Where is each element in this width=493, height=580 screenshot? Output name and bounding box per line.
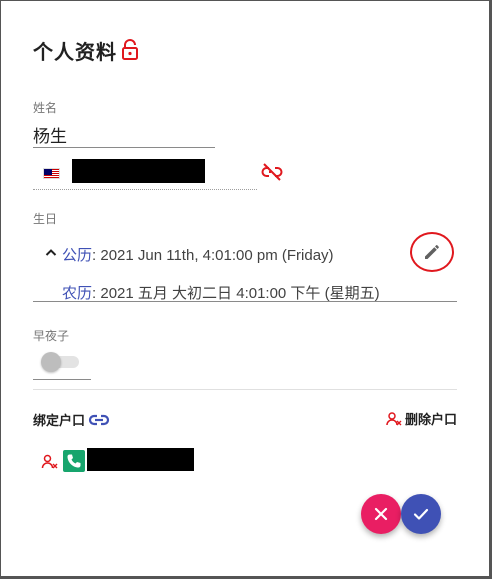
name-label: 姓名 bbox=[33, 101, 58, 115]
lunar-date: 农历: 2021 五月 大初二日 4:01:00 下午 (星期五) bbox=[62, 282, 380, 303]
remove-account-button[interactable]: 删除户口 bbox=[386, 409, 457, 428]
gregorian-label: 公历 bbox=[62, 247, 93, 264]
phone-number-redacted bbox=[72, 159, 205, 183]
section-divider bbox=[33, 389, 457, 390]
birthday-label: 生日 bbox=[33, 212, 58, 226]
page-title: 个人资料 bbox=[33, 41, 117, 64]
linked-accounts-header: 绑定户口 bbox=[33, 410, 110, 429]
name-underline bbox=[33, 147, 215, 148]
lunar-value: : 2021 五月 大初二日 4:01:00 下午 (星期五) bbox=[92, 285, 380, 302]
lunar-label: 农历 bbox=[62, 285, 93, 302]
chevron-up-icon[interactable] bbox=[45, 247, 57, 257]
gregorian-date: 公历: 2021 Jun 11th, 4:01:00 pm (Friday) bbox=[62, 244, 334, 265]
account-number-redacted bbox=[87, 448, 194, 471]
close-icon bbox=[374, 507, 388, 521]
unlocked-padlock-icon[interactable] bbox=[121, 39, 139, 61]
gregorian-value: : 2021 Jun 11th, 4:01:00 pm (Friday) bbox=[92, 247, 334, 264]
link-off-icon[interactable] bbox=[261, 162, 283, 182]
edit-birthday-button[interactable] bbox=[410, 232, 454, 272]
twin-toggle[interactable] bbox=[41, 352, 79, 372]
name-input[interactable]: 杨生 bbox=[33, 122, 67, 147]
title-row: 个人资料 bbox=[33, 36, 139, 64]
birthday-underline bbox=[33, 301, 457, 302]
remove-account-label: 删除户口 bbox=[404, 412, 457, 427]
twin-label: 早夜子 bbox=[33, 329, 70, 343]
linked-accounts-title: 绑定户口 bbox=[33, 413, 86, 428]
confirm-button[interactable] bbox=[401, 494, 441, 534]
cancel-button[interactable] bbox=[361, 494, 401, 534]
pencil-icon bbox=[425, 245, 439, 259]
phone-field[interactable] bbox=[33, 155, 257, 191]
remove-user-icon[interactable] bbox=[41, 453, 59, 471]
phone-icon bbox=[63, 450, 85, 472]
phone-underline bbox=[33, 189, 257, 190]
remove-user-icon bbox=[386, 411, 402, 425]
check-icon bbox=[413, 508, 429, 520]
malaysia-flag-icon[interactable] bbox=[43, 168, 60, 179]
link-icon[interactable] bbox=[88, 413, 110, 427]
twin-underline bbox=[33, 379, 91, 380]
